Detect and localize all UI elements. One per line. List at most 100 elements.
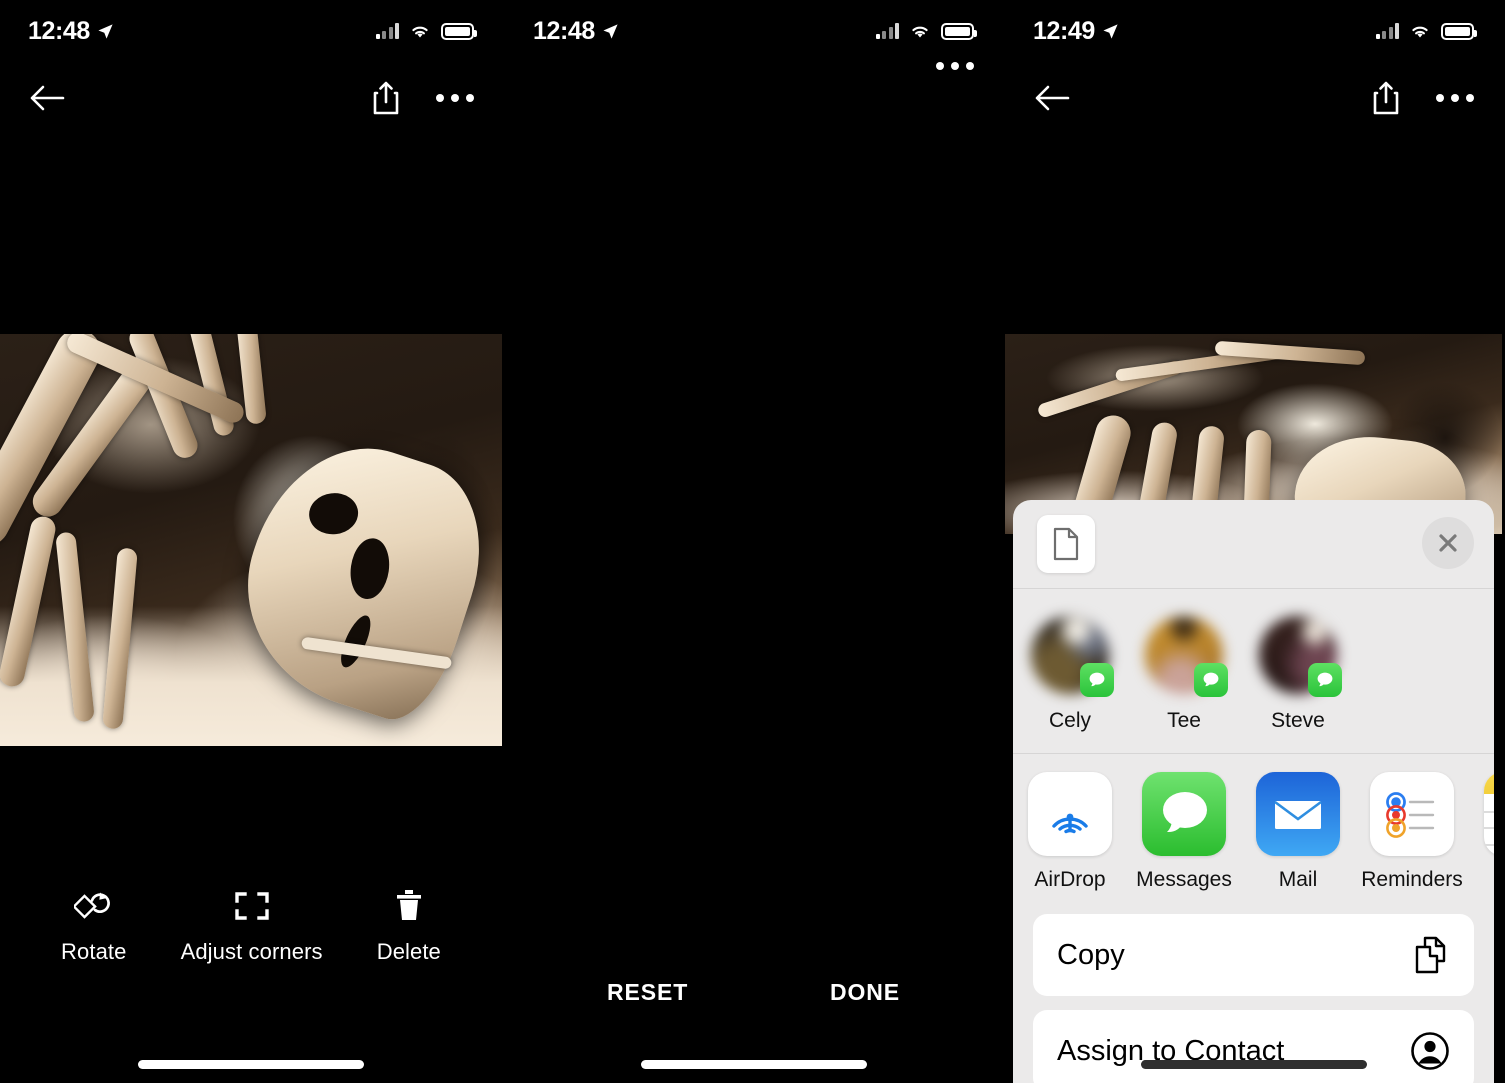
more-button[interactable]	[436, 94, 474, 102]
back-arrow-icon	[30, 85, 65, 111]
trash-icon	[394, 887, 424, 925]
reminders-icon	[1370, 772, 1454, 856]
editor-toolbar: Rotate Adjust corners Delete	[0, 887, 502, 987]
close-icon	[1439, 534, 1457, 552]
share-sheet: Cely Tee Steve AirDrop Messages Mail Rem…	[1013, 500, 1494, 1083]
home-indicator	[138, 1060, 364, 1069]
adjust-corners-button[interactable]: Adjust corners	[181, 887, 323, 965]
copy-documents-icon	[1415, 936, 1446, 974]
status-time-group: 12:48	[533, 17, 619, 46]
wifi-icon	[1412, 26, 1428, 38]
cellular-bars-icon	[1375, 23, 1399, 39]
contact-name: Tee	[1167, 709, 1201, 732]
status-bar: 12:49	[1005, 0, 1502, 62]
messages-badge-icon	[1194, 663, 1228, 697]
contact-tee[interactable]: Tee	[1127, 613, 1241, 733]
scanned-image-content	[0, 334, 502, 746]
scanned-image-preview[interactable]	[0, 334, 502, 746]
messages-icon	[1142, 772, 1226, 856]
three-panel-screenshot-strip: 12:48 Rotate Adjust corners Delete 12:48…	[0, 0, 1505, 1083]
app-label: Messages	[1136, 868, 1232, 891]
app-notes[interactable]: N	[1469, 772, 1494, 892]
status-indicators	[375, 22, 477, 40]
avatar-wrap	[1142, 613, 1228, 697]
nav-bar	[1005, 62, 1502, 134]
app-label: Mail	[1278, 868, 1318, 891]
share-button[interactable]	[372, 81, 436, 115]
location-arrow-icon	[98, 23, 113, 39]
app-airdrop[interactable]: AirDrop	[1013, 772, 1127, 892]
status-time: 12:48	[28, 16, 90, 45]
avatar-wrap	[1256, 613, 1342, 697]
contact-steve[interactable]: Steve	[1241, 613, 1355, 733]
status-time: 12:48	[533, 16, 595, 45]
notes-line	[1484, 810, 1494, 813]
panel-share-sheet: 12:49 Cely Tee Steve AirDrop Messages Ma…	[1002, 0, 1502, 1083]
skull-fenestra	[306, 491, 360, 537]
notes-header-band	[1484, 772, 1494, 794]
status-time: 12:49	[1033, 16, 1095, 45]
close-button[interactable]	[1422, 517, 1474, 569]
contact-name: Steve	[1271, 709, 1325, 732]
adjust-corners-label: Adjust corners	[180, 939, 323, 964]
battery-full-icon	[941, 22, 977, 40]
panel-scan-preview: 12:48 Rotate Adjust corners Delete	[0, 0, 502, 1083]
nav-bar	[0, 62, 502, 134]
contact-cely[interactable]: Cely	[1013, 613, 1127, 733]
rotate-label: Rotate	[61, 939, 127, 964]
app-messages[interactable]: Messages	[1127, 772, 1241, 892]
crop-actions-bar: RESET DONE	[505, 963, 1002, 1021]
more-dots-icon	[936, 62, 944, 70]
rotate-icon	[73, 887, 114, 925]
app-reminders[interactable]: Reminders	[1355, 772, 1469, 892]
wifi-icon	[912, 26, 928, 38]
airdrop-icon	[1028, 772, 1112, 856]
back-button[interactable]	[28, 81, 66, 115]
wifi-icon	[412, 26, 428, 38]
battery-full-icon	[1441, 22, 1477, 40]
app-mail[interactable]: Mail	[1241, 772, 1355, 892]
more-button[interactable]	[936, 62, 974, 70]
back-arrow-icon	[1035, 85, 1070, 111]
mail-icon	[1256, 772, 1340, 856]
done-button[interactable]: DONE	[830, 979, 900, 1006]
location-arrow-icon	[603, 23, 618, 39]
messages-badge-icon	[1308, 663, 1342, 697]
notes-line	[1484, 844, 1494, 847]
share-sheet-header	[1013, 500, 1494, 588]
action-assign-to-contact[interactable]: Assign to Contact	[1033, 1010, 1474, 1083]
crop-corners-icon	[233, 887, 271, 925]
document-icon[interactable]	[1037, 515, 1095, 573]
delete-label: Delete	[376, 939, 441, 964]
status-time-group: 12:49	[1033, 17, 1119, 46]
contacts-row: Cely Tee Steve	[1013, 589, 1494, 753]
skull-eye-socket	[346, 536, 393, 603]
cellular-bars-icon	[875, 23, 899, 39]
more-dots-icon	[1436, 94, 1444, 102]
home-indicator	[1140, 1060, 1367, 1069]
reset-button[interactable]: RESET	[607, 979, 688, 1006]
person-circle-icon	[1411, 1032, 1449, 1070]
share-icon	[1373, 81, 1399, 115]
panel-adjust-corners: 12:48 RESET DONE	[502, 0, 1002, 1083]
battery-full-icon	[441, 22, 477, 40]
status-bar: 12:48	[0, 0, 502, 62]
cellular-bars-icon	[375, 23, 399, 39]
share-icon	[373, 81, 399, 115]
app-label: AirDrop	[1034, 868, 1106, 891]
messages-badge-icon	[1080, 663, 1114, 697]
action-label: Copy	[1057, 938, 1125, 971]
apps-row: AirDrop Messages Mail Reminders	[1013, 754, 1494, 904]
status-indicators	[1375, 22, 1477, 40]
notes-line	[1484, 827, 1494, 830]
more-button[interactable]	[1436, 94, 1474, 102]
status-time-group: 12:48	[28, 17, 114, 46]
delete-button[interactable]: Delete	[377, 887, 441, 965]
nav-bar	[505, 46, 1002, 86]
action-copy[interactable]: Copy	[1033, 914, 1474, 996]
contact-name: Cely	[1048, 709, 1091, 732]
share-actions-list: Copy Assign to Contact	[1013, 904, 1494, 1083]
share-button[interactable]	[1372, 81, 1436, 115]
back-button[interactable]	[1033, 81, 1071, 115]
rotate-button[interactable]: Rotate	[61, 887, 126, 965]
